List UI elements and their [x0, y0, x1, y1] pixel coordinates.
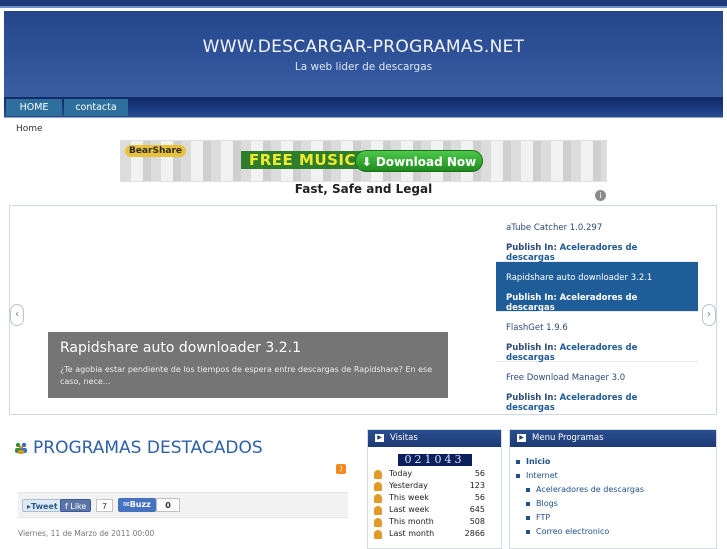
tweet-button[interactable]: ▸Tweet — [22, 499, 63, 512]
visitas-module: ▶ Visitas 021043 Today 56 Yesterday 123 Th… — [367, 429, 502, 549]
top-strip — [0, 0, 727, 8]
visit-value: 56 — [474, 493, 485, 502]
featured-slider: ‹ › Rapidshare auto downloader 3.2.1 ¿Te… — [9, 205, 717, 415]
slide-item-publish: Publish In: Aceleradores de descargas — [506, 243, 688, 263]
menu-item-internet[interactable]: Internet — [516, 469, 716, 483]
module-arrow-icon: ▶ — [375, 434, 384, 442]
visit-value: 123 — [469, 481, 485, 490]
menu-list: Inicio Internet Aceleradores de descarga… — [510, 447, 716, 539]
visit-row: Last month 2866 — [368, 528, 501, 540]
slide-caption[interactable]: Rapidshare auto downloader 3.2.1 ¿Te ago… — [48, 332, 448, 398]
download-now-button[interactable]: ⬇ Download Now — [355, 150, 483, 172]
publish-label: Publish In: — [506, 393, 557, 403]
publish-label: Publish In: — [506, 293, 557, 303]
menu-programas-module: ▶ Menu Programas Inicio Internet Acelera… — [509, 429, 717, 549]
banner-tagline: Fast, Safe and Legal — [294, 182, 433, 196]
visit-row: Today 56 — [368, 468, 501, 480]
main-nav: HOME contacta — [4, 97, 723, 118]
download-arrow-icon: ⬇ — [361, 155, 372, 169]
section-title: PROGRAMAS DESTACADOS — [14, 438, 263, 458]
tweet-label: Tweet — [31, 502, 58, 511]
user-icon — [374, 494, 382, 503]
social-bar: ▸Tweet f Like 7 ✉Buzz 0 — [18, 492, 348, 518]
slide-caption-title[interactable]: Rapidshare auto downloader 3.2.1 — [60, 340, 436, 356]
article-date: Viernes, 11 de Marzo de 2011 00:00 — [18, 529, 155, 538]
visit-row: Yesterday 123 — [368, 480, 501, 492]
slide-list-item[interactable]: aTube Catcher 1.0.297 Publish In: Aceler… — [496, 212, 698, 263]
visit-row: This month 508 — [368, 516, 501, 528]
banner-free-music: FREE MUSIC — [241, 151, 365, 169]
visit-label: Today — [389, 469, 413, 478]
download-now-label: Download Now — [375, 155, 477, 169]
chevron-right-icon: › — [707, 309, 711, 320]
buzz-label: Buzz — [129, 500, 151, 509]
breadcrumb[interactable]: Home — [16, 124, 43, 134]
slide-item-title[interactable]: Free Download Manager 3.0 — [506, 373, 688, 383]
menu-item-ftp[interactable]: FTP — [516, 511, 716, 525]
visit-label: This month — [389, 517, 434, 526]
visitas-header: ▶ Visitas — [368, 430, 501, 447]
site-title[interactable]: WWW.DESCARGAR-PROGRAMAS.NET — [4, 37, 723, 57]
slide-item-title[interactable]: Rapidshare auto downloader 3.2.1 — [506, 273, 688, 283]
visit-label: Last month — [389, 529, 435, 538]
slide-item-title[interactable]: aTube Catcher 1.0.297 — [506, 223, 688, 233]
slide-list-item-active[interactable]: Rapidshare auto downloader 3.2.1 Publish… — [496, 262, 698, 313]
user-icon — [374, 506, 382, 515]
visit-label: Yesterday — [389, 481, 428, 490]
menu-item-inicio[interactable]: Inicio — [516, 455, 716, 469]
slide-item-title[interactable]: FlashGet 1.9.6 — [506, 323, 688, 333]
user-icon — [374, 530, 382, 539]
slide-list-item[interactable]: Free Download Manager 3.0 Publish In: Ac… — [496, 362, 698, 413]
user-icon — [374, 518, 382, 527]
slide-item-publish: Publish In: Aceleradores de descargas — [506, 293, 688, 313]
user-icon — [374, 482, 382, 491]
section-title-text: PROGRAMAS DESTACADOS — [33, 438, 263, 458]
slide-list-item[interactable]: FlashGet 1.9.6 Publish In: Aceleradores … — [496, 312, 698, 363]
rss-icon[interactable]: ) — [336, 464, 346, 474]
publish-label: Publish In: — [506, 243, 557, 253]
slide-item-publish: Publish In: Aceleradores de descargas — [506, 393, 688, 413]
slider-next-button[interactable]: › — [702, 304, 716, 326]
menu-item-blogs[interactable]: Blogs — [516, 497, 716, 511]
slide-item-publish: Publish In: Aceleradores de descargas — [506, 343, 688, 363]
visit-label: Last week — [389, 505, 430, 514]
people-icon — [15, 442, 27, 454]
menu-title: Menu Programas — [532, 433, 604, 443]
site-tagline: La web lider de descargas — [294, 61, 433, 73]
visit-value: 645 — [469, 505, 485, 514]
ad-choices-icon[interactable]: i — [595, 190, 606, 201]
visit-label: This week — [389, 493, 429, 502]
slide-caption-text: ¿Te agobia estar pendiente de los tiempo… — [60, 365, 433, 386]
menu-header: ▶ Menu Programas — [510, 430, 716, 447]
visit-value: 56 — [474, 469, 485, 478]
bearshare-logo: BearShare — [125, 145, 186, 157]
nav-contacta[interactable]: contacta — [64, 99, 128, 116]
like-label: Like — [70, 502, 87, 511]
visit-stats: Today 56 Yesterday 123 This week 56 Last we… — [368, 468, 501, 540]
module-arrow-icon: ▶ — [517, 434, 526, 442]
ad-banner[interactable]: BearShare FREE MUSIC ⬇ Download Now — [120, 140, 607, 182]
site-header: WWW.DESCARGAR-PROGRAMAS.NET La web lider… — [4, 11, 723, 97]
user-icon — [374, 470, 382, 479]
visit-row: This week 56 — [368, 492, 501, 504]
buzz-icon: ✉ — [123, 500, 130, 509]
visit-value: 508 — [469, 517, 485, 526]
menu-item-correo[interactable]: Correo electronico — [516, 525, 716, 539]
visit-value: 2866 — [464, 529, 485, 538]
buzz-button[interactable]: ✉Buzz — [118, 498, 156, 512]
slide-list: aTube Catcher 1.0.297 Publish In: Aceler… — [496, 212, 698, 413]
publish-label: Publish In: — [506, 343, 557, 353]
slider-prev-button[interactable]: ‹ — [10, 304, 24, 326]
visit-row: Last week 645 — [368, 504, 501, 516]
visit-counter: 021043 — [397, 454, 472, 466]
chevron-left-icon: ‹ — [15, 309, 19, 320]
facebook-like-button[interactable]: f Like — [60, 499, 92, 512]
like-count: 7 — [96, 499, 114, 512]
buzz-count: 0 — [156, 498, 180, 512]
nav-home[interactable]: HOME — [6, 99, 62, 116]
visitas-title: Visitas — [390, 433, 418, 443]
menu-item-aceleradores[interactable]: Aceleradores de descargas — [516, 483, 716, 497]
